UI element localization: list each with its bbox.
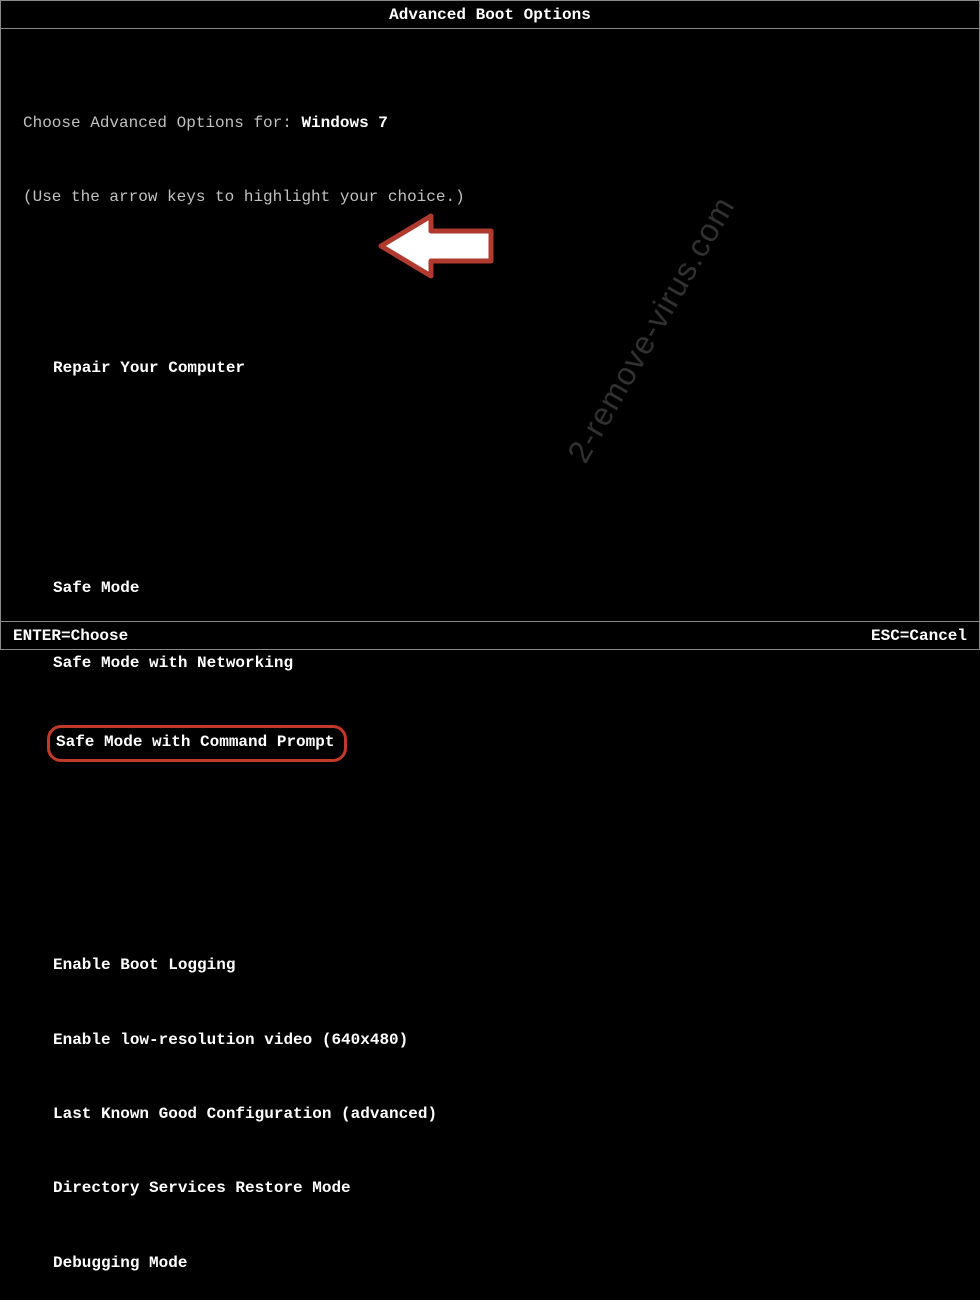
- footer-bar: ENTER=Choose ESC=Cancel: [1, 621, 979, 649]
- main-content: Choose Advanced Options for: Windows 7 (…: [1, 29, 979, 1300]
- option-debugging-mode[interactable]: Debugging Mode: [23, 1251, 957, 1276]
- choose-prefix: Choose Advanced Options for:: [23, 114, 301, 132]
- option-low-res-video[interactable]: Enable low-resolution video (640x480): [23, 1028, 957, 1053]
- option-enable-boot-logging[interactable]: Enable Boot Logging: [23, 953, 957, 978]
- title-bar: Advanced Boot Options: [1, 1, 979, 29]
- footer-enter: ENTER=Choose: [13, 627, 128, 645]
- group-repair: Repair Your Computer: [23, 306, 957, 430]
- option-safe-mode[interactable]: Safe Mode: [23, 576, 957, 601]
- option-directory-services-restore[interactable]: Directory Services Restore Mode: [23, 1176, 957, 1201]
- group-safe-mode: Safe Mode Safe Mode with Networking Safe…: [23, 527, 957, 812]
- option-safe-mode-networking[interactable]: Safe Mode with Networking: [23, 651, 957, 676]
- option-last-known-good[interactable]: Last Known Good Configuration (advanced): [23, 1102, 957, 1127]
- title-text: Advanced Boot Options: [389, 6, 591, 24]
- group-advanced: Enable Boot Logging Enable low-resolutio…: [23, 904, 957, 1300]
- footer-esc: ESC=Cancel: [871, 627, 967, 645]
- choose-line: Choose Advanced Options for: Windows 7: [23, 111, 957, 136]
- os-name: Windows 7: [301, 114, 387, 132]
- arrow-hint: (Use the arrow keys to highlight your ch…: [23, 185, 957, 210]
- option-safe-mode-command-prompt[interactable]: Safe Mode with Command Prompt: [23, 725, 957, 762]
- option-repair-computer[interactable]: Repair Your Computer: [23, 356, 957, 381]
